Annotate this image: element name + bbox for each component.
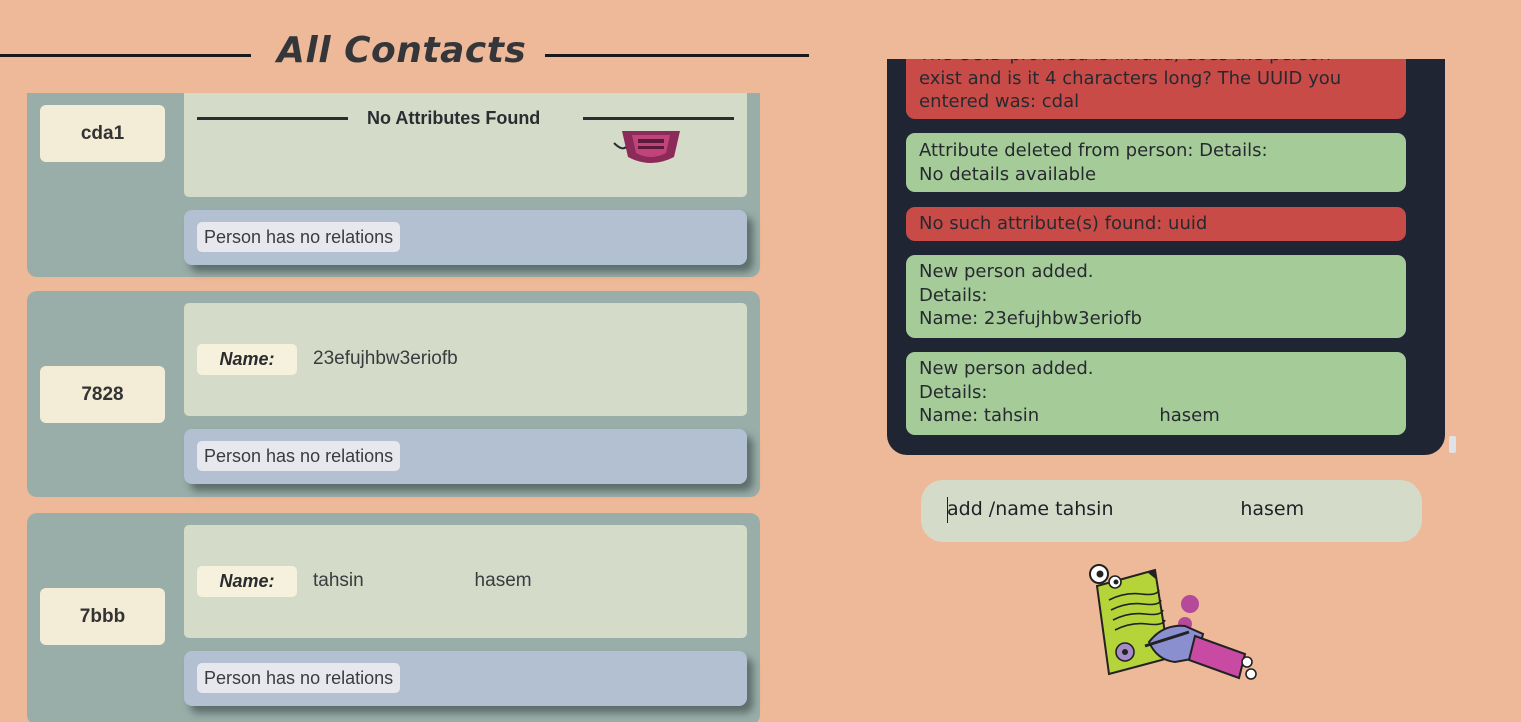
attributes-panel: Name: 23efujhbw3eriofb bbox=[184, 303, 747, 416]
page-title: All Contacts bbox=[277, 30, 527, 71]
header-divider-right bbox=[545, 54, 809, 57]
log-scrollbar[interactable] bbox=[1449, 436, 1456, 453]
command-input[interactable]: add /name tahsin hasem bbox=[921, 480, 1422, 542]
relations-panel: Person has no relations bbox=[184, 210, 747, 265]
no-attributes-divider-left bbox=[197, 117, 348, 120]
text-cursor bbox=[947, 497, 948, 523]
attribute-name-value: 23efujhbw3eriofb bbox=[313, 348, 458, 369]
relations-label: Person has no relations bbox=[197, 441, 401, 471]
success-message: Attribute deleted from person: Details: … bbox=[906, 133, 1406, 192]
contact-uuid: 7bbb bbox=[40, 588, 165, 645]
contact-card[interactable]: 7828 Name: 23efujhbw3eriofb Person has n… bbox=[27, 291, 760, 497]
contact-uuid: 7828 bbox=[40, 366, 165, 423]
error-message: The UUID provided is invalid, does the p… bbox=[906, 59, 1406, 119]
no-attributes-divider-right bbox=[583, 117, 734, 120]
contacts-list[interactable]: cda1 No Attributes Found Person has no r… bbox=[0, 93, 820, 722]
error-message: No such attribute(s) found: uuid bbox=[906, 207, 1406, 241]
contact-uuid: cda1 bbox=[40, 105, 165, 162]
relations-label: Person has no relations bbox=[197, 663, 401, 693]
relations-panel: Person has no relations bbox=[184, 429, 747, 484]
no-attributes-label: No Attributes Found bbox=[367, 108, 541, 128]
mascot-icon bbox=[613, 131, 680, 163]
relations-label: Person has no relations bbox=[197, 222, 401, 252]
result-log[interactable]: The UUID provided is invalid, does the p… bbox=[887, 59, 1445, 455]
success-message: New person added. Details: Name: 23efujh… bbox=[906, 255, 1406, 338]
header-divider-left bbox=[0, 54, 251, 57]
document-signing-illustration bbox=[1089, 564, 1257, 680]
command-input-text: add /name tahsin hasem bbox=[947, 498, 1305, 520]
attributes-panel: Name: tahsin hasem bbox=[184, 525, 747, 638]
relations-panel: Person has no relations bbox=[184, 651, 747, 706]
attribute-name-label: Name: bbox=[197, 566, 297, 597]
success-message: New person added. Details: Name: tahsin … bbox=[906, 352, 1406, 435]
contact-card[interactable]: cda1 No Attributes Found Person has no r… bbox=[27, 93, 760, 277]
attributes-panel: No Attributes Found bbox=[184, 93, 747, 197]
attribute-name-label: Name: bbox=[197, 344, 297, 375]
contact-card[interactable]: 7bbb Name: tahsin hasem Person has no re… bbox=[27, 513, 760, 722]
attribute-name-value: tahsin hasem bbox=[313, 570, 532, 591]
